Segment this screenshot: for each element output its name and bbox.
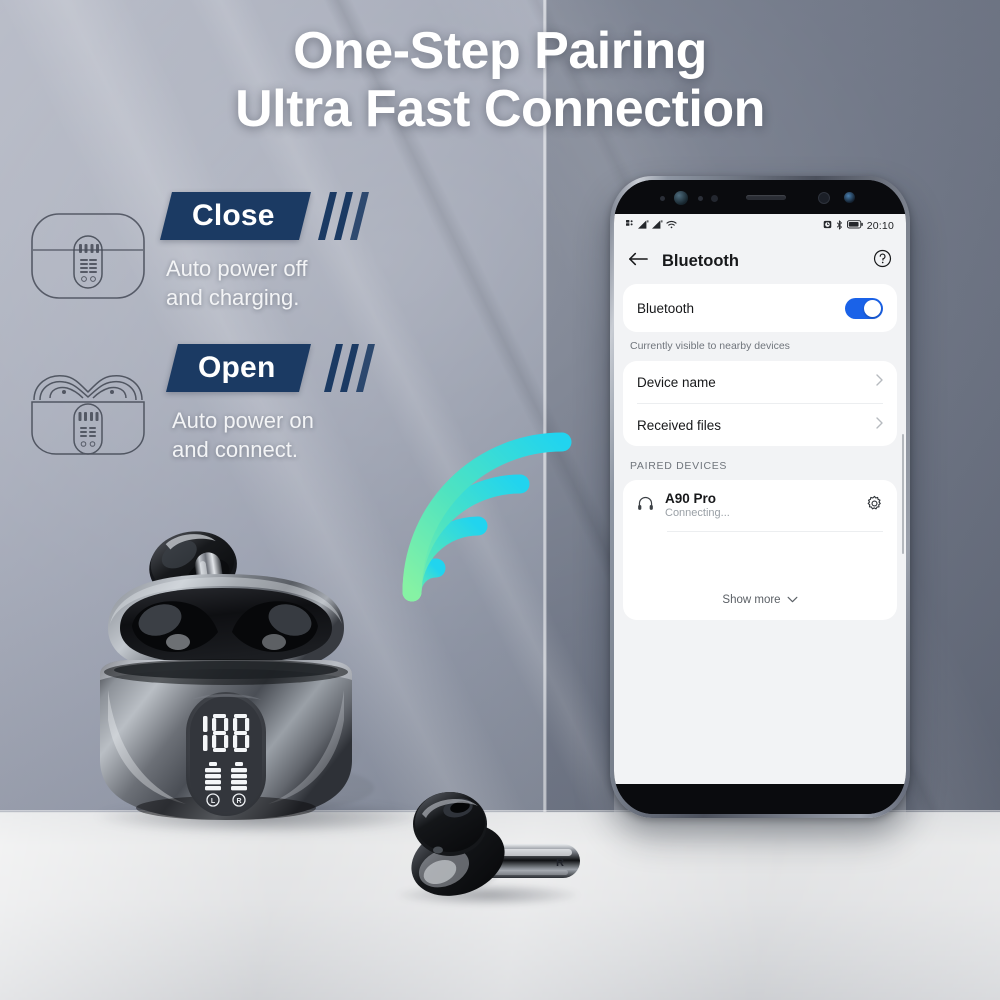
row-device-name-label: Device name [637,374,716,390]
product-marketing-image: One-Step Pairing Ultra Fast Connection C… [0,0,1000,1000]
status-bar-time: 20:10 [866,220,894,232]
charging-case-product: L R [86,520,426,840]
help-icon[interactable] [873,249,892,273]
feature-close: Close Auto power off and charging. [26,190,371,313]
right-channel-label: R [236,798,241,805]
led-display: L R [186,692,266,816]
paired-devices-section-label: PAIRED DEVICES [630,460,728,472]
earbud-channel-mark: R [556,857,564,869]
settings-rows-card: Device name Received files [623,361,897,446]
sensor-icon [711,195,718,202]
battery-icon [846,220,863,232]
app-bar: Bluetooth [614,238,906,284]
status-bar: 20:10 [614,214,906,238]
scrollbar[interactable] [901,434,904,554]
feature-open-desc-line-2: and connect. [172,437,298,462]
iris-scanner-icon [818,192,830,204]
single-earbud: R [388,786,588,916]
bluetooth-toggle-row[interactable]: Bluetooth [623,284,897,332]
phone-bottom-bezel [614,784,906,814]
gear-icon[interactable] [866,495,883,517]
phone-screen-frame: 20:10 Bluetooth Bluetooth Currently visi… [614,180,906,814]
phone-top-bezel [614,180,906,214]
paired-devices-card: A90 Pro Connecting... Show more [623,480,897,620]
row-device-name[interactable]: Device name [623,361,897,403]
signal-icon [638,220,649,232]
headphones-icon [637,495,654,517]
settings-content[interactable]: Bluetooth Currently visible to nearby de… [614,284,906,784]
show-more-label: Show more [722,594,781,606]
sim-icon [626,220,635,232]
headline-line-2: Ultra Fast Connection [235,80,765,138]
sensor-icon [660,196,665,201]
toggle-knob [864,299,881,317]
chevron-right-icon [876,416,883,434]
earpiece-speaker [746,195,786,200]
front-camera-icon [674,191,688,205]
badge-close: Close [160,192,371,240]
bluetooth-toggle-card: Bluetooth [623,284,897,332]
paired-device-status: Connecting... [665,507,730,519]
chevron-down-icon [787,594,798,606]
headline-line-1: One-Step Pairing [293,22,707,80]
open-case-icon [20,348,156,471]
badge-open: Open [166,344,377,392]
feature-open-desc-line-1: Auto power on [172,408,314,433]
badge-close-label: Close [192,199,275,232]
case-body: L R [100,659,352,820]
badge-open-label: Open [198,351,276,384]
show-more-button[interactable]: Show more [623,578,897,620]
bluetooth-icon [836,219,843,233]
badge-slashes [316,192,376,240]
page-title: One-Step Pairing Ultra Fast Connection [0,22,1000,138]
phone-display: 20:10 Bluetooth Bluetooth Currently visi… [614,214,906,784]
feature-open: Open Auto power on and connect. [20,342,377,471]
smartphone-mockup: 20:10 Bluetooth Bluetooth Currently visi… [610,176,910,818]
closed-case-icon [26,196,150,313]
wifi-icon [666,220,677,232]
paired-device-name: A90 Pro [665,491,717,506]
chevron-right-icon [876,373,883,391]
feature-close-desc-line-1: Auto power off [166,256,308,281]
paired-device-row[interactable]: A90 Pro Connecting... [623,480,897,531]
feature-open-description: Auto power on and connect. [172,406,377,464]
sensor-icon [698,196,703,201]
alarm-icon [823,220,832,232]
badge-slashes [322,344,382,392]
row-received-files-label: Received files [637,417,722,433]
row-received-files[interactable]: Received files [623,404,897,446]
feature-close-description: Auto power off and charging. [166,254,371,312]
visibility-hint: Currently visible to nearby devices [630,340,790,352]
back-arrow-icon[interactable] [628,251,648,272]
left-channel-label: L [211,798,216,805]
bluetooth-toggle-switch[interactable] [845,297,883,319]
bluetooth-toggle-label: Bluetooth [637,300,695,316]
front-camera-icon [844,192,855,203]
feature-close-desc-line-2: and charging. [166,285,300,310]
signal-icon [652,220,663,232]
page-heading: Bluetooth [662,251,739,270]
